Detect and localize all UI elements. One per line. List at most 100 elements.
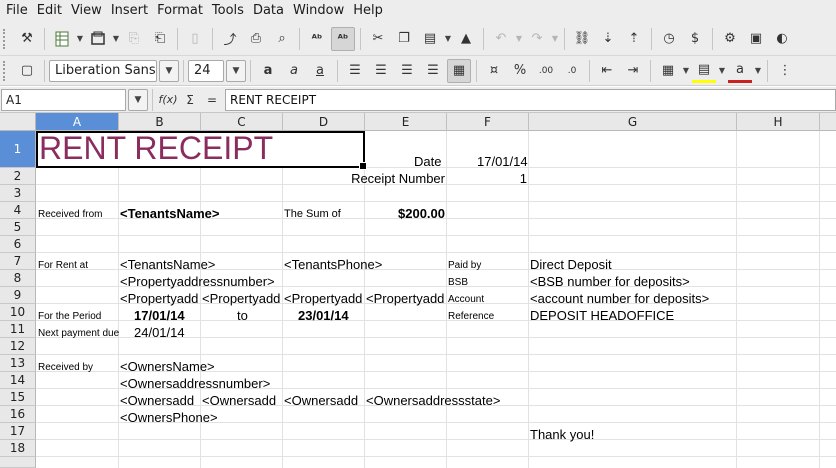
sort-ascending-icon[interactable]: ⇣: [596, 27, 620, 51]
cell-a10-period-label[interactable]: For the Period: [38, 311, 101, 322]
new-spreadsheet-icon[interactable]: [50, 27, 74, 51]
delete-decimal-icon[interactable]: .0: [560, 59, 584, 83]
cell-f8-bsb-label[interactable]: BSB: [448, 277, 468, 288]
align-center-icon[interactable]: ☰: [369, 59, 393, 83]
cell-e4-sum-value[interactable]: $200.00: [365, 206, 445, 221]
cell-d7-tenants-phone[interactable]: <TenantsPhone>: [284, 257, 382, 272]
column-header-c[interactable]: C: [201, 113, 283, 131]
cell-d10-period-to[interactable]: 23/01/14: [298, 308, 349, 323]
cell-b15-owners[interactable]: <Ownersadd: [120, 393, 201, 408]
column-header-b[interactable]: B: [119, 113, 201, 131]
cell-b7-tenants-name[interactable]: <TenantsName>: [120, 257, 215, 272]
more-options-icon[interactable]: ⋮: [773, 59, 797, 83]
open-dropdown-icon[interactable]: ▼: [111, 34, 121, 43]
font-color-icon[interactable]: a: [728, 59, 752, 83]
cell-d9-property[interactable]: <Propertyadd: [284, 291, 365, 306]
new-dropdown-icon[interactable]: ▼: [75, 34, 85, 43]
cell-b4-tenants-name[interactable]: <TenantsName>: [120, 206, 219, 221]
cell-c10-to-label[interactable]: to: [237, 308, 248, 323]
menu-file[interactable]: File: [3, 0, 34, 22]
cut-icon[interactable]: ✂: [366, 27, 390, 51]
export-pdf-icon[interactable]: ⤴: [218, 27, 242, 51]
decrease-indent-icon[interactable]: ⇤: [595, 59, 619, 83]
row-header-17[interactable]: 17: [0, 423, 36, 440]
cell-g8-bsb-value[interactable]: <BSB number for deposits>: [530, 274, 690, 289]
paste-dropdown-icon[interactable]: ▼: [443, 34, 453, 43]
row-header-4[interactable]: 4: [0, 202, 36, 219]
cell-f2-receipt-number[interactable]: 1: [447, 171, 527, 186]
clone-formatting-icon[interactable]: ⚒: [15, 27, 39, 51]
print-icon[interactable]: ⎙: [244, 27, 268, 51]
remote-icon[interactable]: ⎘: [122, 27, 146, 51]
spreadsheet-grid[interactable]: A B C D E F G H 1 2 3 4 5 6 7 8 9 10 11 …: [0, 113, 836, 468]
print-preview-icon[interactable]: ⌕: [270, 27, 294, 51]
cell-b10-period-from[interactable]: 17/01/14: [134, 308, 185, 323]
cell-e2-receipt-number-label[interactable]: Receipt Number: [340, 171, 445, 186]
row-header-7[interactable]: 7: [0, 253, 36, 270]
row-header-14[interactable]: 14: [0, 372, 36, 389]
row-header-11[interactable]: 11: [0, 321, 36, 338]
cell-c15-owners[interactable]: <Ownersadd: [202, 393, 283, 408]
cell-a4-received-from-label[interactable]: Received from: [38, 209, 102, 220]
select-all-corner[interactable]: [0, 113, 36, 131]
cell-g10-reference-value[interactable]: DEPOSIT HEADOFFICE: [530, 308, 674, 323]
row-header-5[interactable]: 5: [0, 219, 36, 236]
font-color-dropdown-icon[interactable]: ▼: [753, 66, 763, 75]
underline-icon[interactable]: a: [308, 59, 332, 83]
cell-e9-property[interactable]: <Propertyadd: [366, 291, 447, 306]
menu-edit[interactable]: Edit: [34, 0, 68, 22]
row-header-10[interactable]: 10: [0, 304, 36, 321]
number-format-icon[interactable]: ¤: [482, 59, 506, 83]
cell-g17-thank-you[interactable]: Thank you!: [530, 427, 594, 442]
image-icon[interactable]: ▣: [744, 27, 768, 51]
settings-icon[interactable]: ⚙: [718, 27, 742, 51]
name-box-dropdown[interactable]: ▼: [128, 88, 148, 111]
cell-f9-account-label[interactable]: Account: [448, 294, 484, 305]
font-size-dropdown[interactable]: ▼: [226, 59, 246, 82]
background-color-icon[interactable]: ▤: [692, 59, 716, 83]
cell-b9-property[interactable]: <Propertyadd: [120, 291, 201, 306]
row-header-9[interactable]: 9: [0, 287, 36, 304]
justify-icon[interactable]: ☰: [421, 59, 445, 83]
autospellcheck-icon[interactable]: ᴬᵇ: [331, 26, 355, 51]
cell-b11-next-payment-value[interactable]: 24/01/14: [134, 325, 185, 340]
align-left-icon[interactable]: ☰: [343, 59, 367, 83]
cell-g9-account-value[interactable]: <account number for deposits>: [530, 291, 709, 306]
column-header-f[interactable]: F: [447, 113, 529, 131]
open-icon[interactable]: [86, 27, 110, 51]
column-header-e[interactable]: E: [365, 113, 447, 131]
cell-d15-owners[interactable]: <Ownersadd: [284, 393, 365, 408]
decimal-icon[interactable]: .00: [534, 59, 558, 83]
cell-f7-paid-by-label[interactable]: Paid by: [448, 260, 481, 271]
styles-icon[interactable]: ▢: [15, 59, 39, 83]
chart-icon[interactable]: ◷: [657, 27, 681, 51]
row-header-8[interactable]: 8: [0, 270, 36, 287]
font-size-combo[interactable]: 24: [188, 59, 224, 82]
redo-dropdown-icon[interactable]: ▼: [550, 34, 560, 43]
cell-g7-paid-by-value[interactable]: Direct Deposit: [530, 257, 612, 272]
function-wizard-icon[interactable]: f(x): [157, 89, 179, 111]
toolbar-grip[interactable]: [3, 28, 9, 49]
row-header-15[interactable]: 15: [0, 389, 36, 406]
row-header-2[interactable]: 2: [0, 168, 36, 185]
cell-f10-reference-label[interactable]: Reference: [448, 311, 494, 322]
cell-b14-owners-address-number[interactable]: <Ownersaddressnumber>: [120, 376, 270, 391]
undo-icon[interactable]: ↶: [489, 27, 513, 51]
toggle-icon[interactable]: ◐: [770, 27, 794, 51]
menu-help[interactable]: Help: [350, 0, 389, 22]
edit-mode-icon[interactable]: ▯: [183, 27, 207, 51]
menu-window[interactable]: Window: [290, 0, 350, 22]
cell-b16-owners-phone[interactable]: <OwnersPhone>: [120, 410, 218, 425]
undo-dropdown-icon[interactable]: ▼: [514, 34, 524, 43]
cell-b8-property-address-number[interactable]: <Propertyaddressnumber>: [120, 274, 275, 289]
row-header-13[interactable]: 13: [0, 355, 36, 372]
menu-data[interactable]: Data: [250, 0, 290, 22]
italic-icon[interactable]: a: [282, 59, 306, 83]
cell-a1-title[interactable]: RENT RECEIPT: [37, 131, 364, 166]
cell-a7-for-rent-at-label[interactable]: For Rent at: [38, 260, 88, 271]
currency-icon[interactable]: $: [683, 27, 707, 51]
bold-icon[interactable]: a: [256, 59, 280, 83]
sort-descending-icon[interactable]: ⇡: [622, 27, 646, 51]
cell-b13-owners-name[interactable]: <OwnersName>: [120, 359, 215, 374]
redo-icon[interactable]: ↷: [525, 27, 549, 51]
